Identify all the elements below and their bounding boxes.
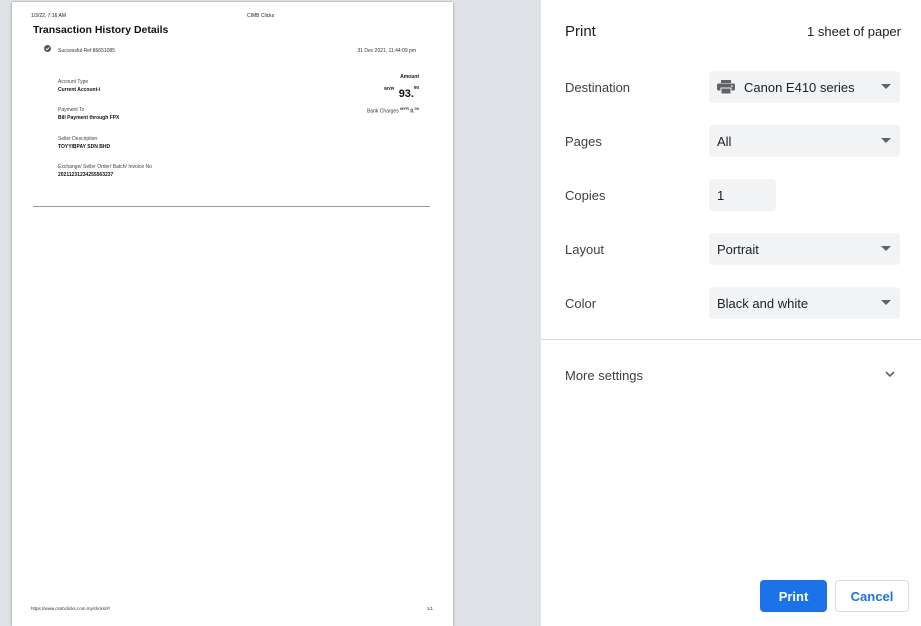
amount-main: 93. — [398, 88, 414, 100]
copies-input[interactable]: 1 — [709, 179, 776, 211]
transaction-date: 31 Dec 2021, 11:44:09 pm — [357, 48, 416, 54]
color-select[interactable]: Black and white — [709, 287, 900, 319]
chevron-down-icon[interactable] — [885, 371, 895, 378]
printer-icon — [717, 80, 735, 94]
print-settings-panel: Print 1 sheet of paper Destination Canon… — [541, 0, 921, 626]
exchange-label: Exchange/ Seller Order/ Batch/ Invoice N… — [58, 164, 152, 170]
sheet-count: 1 sheet of paper — [807, 24, 901, 39]
destination-select[interactable]: Canon E410 series — [709, 71, 900, 103]
dropdown-caret-icon — [881, 84, 891, 89]
check-circle-icon — [44, 45, 51, 52]
pages-select[interactable]: All — [709, 125, 900, 157]
document-title: Transaction History Details — [33, 24, 169, 36]
page-header-datetime: 1/3/22, 7:16 AM — [31, 13, 67, 19]
bank-charges-decimal: 00 — [414, 106, 419, 111]
payment-to-value: Bill Payment through FPX — [58, 115, 120, 121]
payment-to-label: Payment To — [58, 107, 85, 113]
settings-divider — [541, 339, 921, 340]
dropdown-caret-icon — [881, 246, 891, 251]
amount-decimal: 90 — [413, 85, 419, 90]
layout-select[interactable]: Portrait — [709, 233, 900, 265]
page-header-site: CIMB Clicks — [247, 13, 275, 19]
destination-value: Canon E410 series — [744, 79, 855, 95]
color-label: Color — [565, 296, 597, 311]
dropdown-caret-icon — [881, 138, 891, 143]
amount-currency: MYR — [384, 86, 395, 91]
pages-value: All — [717, 133, 732, 149]
seller-description-label: Seller Description — [58, 136, 98, 142]
destination-label: Destination — [565, 80, 631, 95]
layout-label: Layout — [565, 242, 605, 257]
dropdown-caret-icon — [881, 300, 891, 305]
page-footer-url: https://www.cimbclicks.com.my/clicks/#/ — [31, 606, 111, 611]
exchange-value: 20211231234255563237 — [58, 172, 114, 178]
print-button[interactable]: Print — [760, 580, 827, 612]
seller-description-value: TOYYIBPAY SDN BHD — [58, 144, 111, 150]
account-type-value: Current Account-i — [58, 87, 101, 93]
bank-charges-currency: MYR — [400, 106, 409, 111]
amount-value: MYR 93.90 — [384, 84, 419, 102]
account-type-label: Account Type — [58, 79, 89, 85]
page-footer-number: 1/1 — [426, 606, 433, 611]
cancel-button[interactable]: Cancel — [835, 580, 909, 612]
pages-label: Pages — [565, 134, 602, 149]
preview-page: 1/3/22, 7:16 AM CIMB Clicks Transaction … — [12, 2, 453, 626]
document-divider — [33, 206, 430, 207]
bank-charges: Bank Charges MYR 0.00 — [367, 106, 419, 115]
bank-charges-label: Bank Charges — [367, 108, 399, 115]
print-dialog-title: Print — [565, 23, 596, 40]
copies-label: Copies — [565, 188, 606, 203]
layout-value: Portrait — [717, 241, 759, 257]
amount-label: Amount — [400, 74, 419, 80]
transaction-status: Successful Ref 86651085 — [58, 48, 115, 54]
more-settings-toggle[interactable]: More settings — [565, 368, 643, 383]
print-preview-area: 1/3/22, 7:16 AM CIMB Clicks Transaction … — [0, 0, 541, 626]
color-value: Black and white — [717, 295, 809, 311]
